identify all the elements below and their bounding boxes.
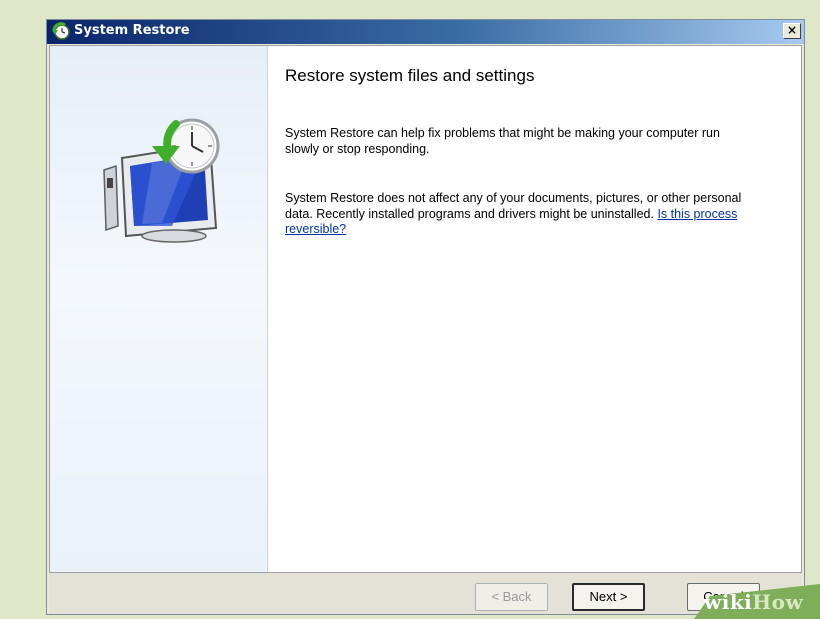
- close-icon: ×: [786, 23, 798, 37]
- system-restore-icon: [52, 22, 70, 40]
- wikihow-watermark: wikiHow: [680, 584, 820, 619]
- back-button[interactable]: < Back: [475, 583, 548, 611]
- left-panel: [50, 46, 268, 572]
- next-button[interactable]: Next >: [572, 583, 645, 611]
- window-title: System Restore: [74, 23, 190, 38]
- wikihow-logo: wikiHow: [704, 590, 804, 614]
- title-bar[interactable]: System Restore ×: [47, 20, 804, 44]
- close-button[interactable]: ×: [783, 23, 801, 39]
- dialog-body: Restore system files and settings System…: [49, 45, 802, 573]
- page-title: Restore system files and settings: [285, 66, 535, 85]
- description-paragraph-2: System Restore does not affect any of yo…: [285, 191, 750, 238]
- monitor-clock-restore-icon: [103, 118, 220, 243]
- system-restore-window: System Restore × Restore system files an…: [46, 19, 805, 615]
- description-paragraph-1: System Restore can help fix problems tha…: [285, 126, 720, 156]
